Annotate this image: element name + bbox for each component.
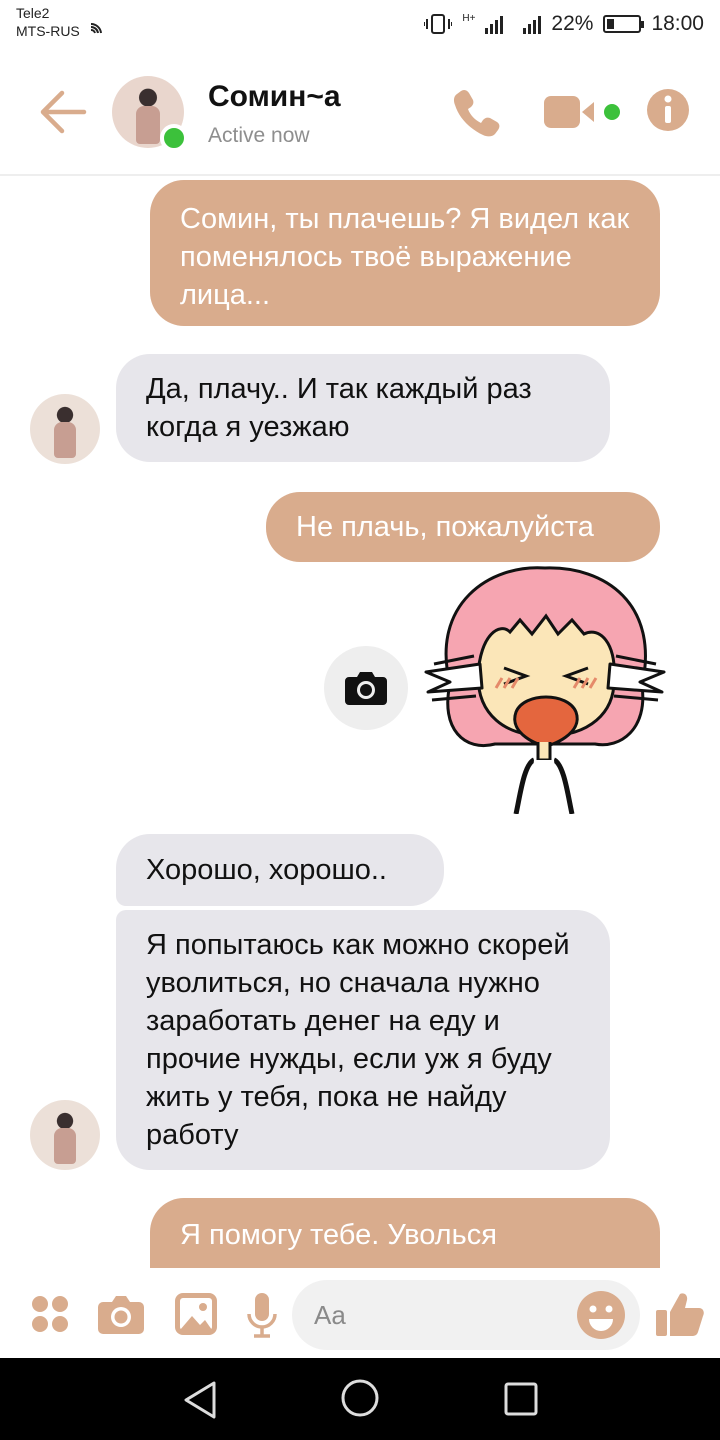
crying-girl-sticker[interactable] bbox=[420, 564, 670, 815]
message-outgoing[interactable]: Сомин, ты плачешь? Я видел как поменялос… bbox=[150, 180, 660, 326]
message-text: Я помогу тебе. Уволься bbox=[180, 1219, 497, 1251]
back-arrow-icon[interactable] bbox=[38, 88, 88, 136]
wifi-calling-icon bbox=[90, 20, 104, 37]
message-input[interactable] bbox=[314, 1280, 564, 1350]
message-text: Сомин, ты плачешь? Я видел как поменялос… bbox=[180, 203, 630, 311]
status-bar: Tele2 MTS-RUS H+ 22% 18:00 bbox=[0, 0, 720, 50]
nav-home-icon[interactable] bbox=[340, 1378, 380, 1423]
message-outgoing[interactable]: Не плачь, пожалуйста bbox=[266, 492, 660, 562]
message-text: Не плачь, пожалуйста bbox=[296, 511, 594, 543]
message-outgoing[interactable]: Я помогу тебе. Уволься bbox=[150, 1198, 660, 1268]
vibrate-icon bbox=[424, 14, 453, 34]
info-icon[interactable] bbox=[646, 88, 690, 137]
battery-icon bbox=[603, 15, 645, 33]
video-call-icon[interactable] bbox=[544, 94, 624, 135]
network-type: H+ bbox=[462, 12, 476, 24]
camera-icon[interactable] bbox=[98, 1294, 144, 1339]
phone-call-icon[interactable] bbox=[452, 88, 500, 143]
contact-avatar-small[interactable] bbox=[30, 394, 100, 464]
status-icons: H+ 22% 18:00 bbox=[424, 8, 704, 40]
nav-recents-icon[interactable] bbox=[504, 1382, 538, 1421]
contact-status: Active now bbox=[208, 124, 310, 147]
system-nav-bar bbox=[0, 1358, 720, 1440]
carrier-2: MTS-RUS bbox=[16, 23, 80, 39]
microphone-icon[interactable] bbox=[246, 1292, 278, 1343]
message-incoming[interactable]: Да, плачу.. И так каждый раз когда я уез… bbox=[116, 354, 610, 462]
contact-name[interactable]: Сомин~а bbox=[208, 80, 341, 114]
message-text: Я попытаюсь как можно скорей уволиться, … bbox=[146, 929, 570, 1151]
message-input-container bbox=[292, 1280, 640, 1350]
message-incoming[interactable]: Хорошо, хорошо.. bbox=[116, 834, 444, 906]
message-text: Да, плачу.. И так каждый раз когда я уез… bbox=[146, 373, 532, 443]
contact-avatar-small[interactable] bbox=[30, 1100, 100, 1170]
nav-back-icon[interactable] bbox=[182, 1380, 218, 1425]
signal-icon-2 bbox=[523, 14, 542, 34]
message-list[interactable]: Сомин, ты плачешь? Я видел как поменялос… bbox=[0, 178, 720, 1268]
battery-percent: 22% bbox=[551, 12, 594, 35]
message-incoming[interactable]: Я попытаюсь как можно скорей уволиться, … bbox=[116, 910, 610, 1170]
carrier-1: Tele2 bbox=[16, 5, 50, 21]
message-text: Хорошо, хорошо.. bbox=[146, 854, 387, 886]
message-composer bbox=[0, 1268, 720, 1358]
online-indicator bbox=[160, 124, 188, 152]
save-sticker-camera-button[interactable] bbox=[324, 646, 408, 730]
clock: 18:00 bbox=[651, 12, 704, 35]
gallery-icon[interactable] bbox=[174, 1292, 218, 1341]
carrier-info: Tele2 MTS-RUS bbox=[16, 4, 80, 40]
more-apps-icon[interactable] bbox=[30, 1294, 70, 1339]
emoji-icon[interactable] bbox=[576, 1290, 626, 1340]
signal-icon-1 bbox=[485, 14, 504, 34]
thumbs-up-icon[interactable] bbox=[656, 1290, 704, 1343]
chat-header: Сомин~а Active now bbox=[0, 50, 720, 176]
camera-icon bbox=[345, 672, 387, 705]
